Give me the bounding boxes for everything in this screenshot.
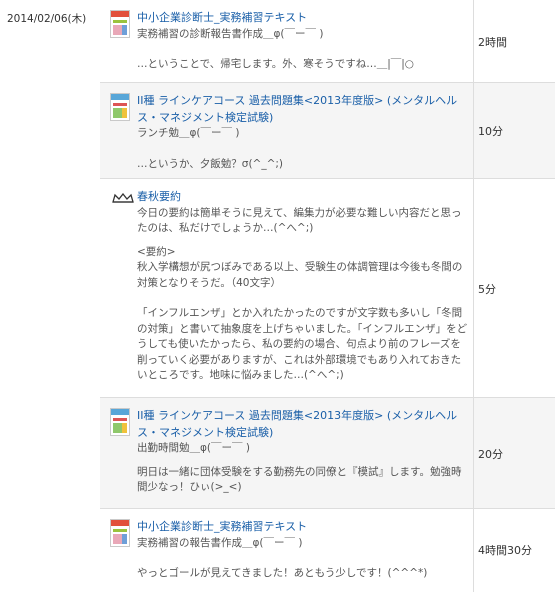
entry-content: II種 ラインケアコース 過去問題集<2013年度版> (メンタルヘルス・マネジ… [137, 408, 470, 496]
book-cover-icon[interactable] [110, 93, 130, 121]
entry-note: 「インフルエンザ」とか入れたかったのですが文字数も多いし「冬間の対策」と書いて抽… [137, 307, 468, 381]
book-title-link[interactable]: II種 ラインケアコース 過去問題集<2013年度版> (メンタルヘルス・マネジ… [137, 94, 457, 124]
study-time: 2時間 [478, 36, 507, 49]
summary-text: 秋入学構想が尻つぼみである以上、受験生の体調管理は今後も冬間の対策となりそうだ。… [137, 261, 463, 289]
entry-note: …というか、夕飯勉？σ(^_^;) [137, 157, 284, 170]
time-cell: 5分 [473, 179, 555, 397]
entry-content: 中小企業診断士_実務補習テキスト 実務補習の診断報告書作成＿φ(￣ー￣ ) …と… [137, 10, 470, 73]
time-cell: 20分 [473, 398, 555, 508]
study-time: 20分 [478, 448, 503, 461]
entry-cell: 春秋要約 今日の要約は簡単そうに見えて、編集力が必要な難しい内容だと思ったのは、… [100, 179, 474, 397]
entry-subtitle: ランチ勉＿φ(￣ー￣ ) [137, 127, 240, 139]
book-cover-icon[interactable] [110, 519, 130, 547]
entry-cell: II種 ラインケアコース 過去問題集<2013年度版> (メンタルヘルス・マネジ… [100, 83, 474, 178]
log-row: II種 ラインケアコース 過去問題集<2013年度版> (メンタルヘルス・マネジ… [100, 398, 555, 509]
entry-note: 明日は一緒に団体受験をする勤務先の同僚と『模試』します。勉強時間少なっ！ひぃ(>… [137, 465, 462, 494]
time-cell: 10分 [473, 83, 555, 178]
entry-subtitle: 実務補習の報告書作成＿φ(￣ー￣ ) [137, 536, 303, 549]
summary-label: <要約> [137, 245, 176, 258]
book-title-link[interactable]: 中小企業診断士_実務補習テキスト [137, 520, 307, 533]
entry-note: やっとゴールが見えてきました！あともう少しです！(^^^*) [137, 567, 428, 579]
book-cover-icon[interactable] [110, 408, 130, 436]
entry-content: 中小企業診断士_実務補習テキスト 実務補習の報告書作成＿φ(￣ー￣ ) やっとゴ… [137, 519, 470, 582]
time-cell: 2時間 [473, 0, 555, 82]
entry-cell: 中小企業診断士_実務補習テキスト 実務補習の診断報告書作成＿φ(￣ー￣ ) …と… [100, 0, 474, 82]
study-time: 4時間30分 [478, 544, 532, 557]
entry-cell: 中小企業診断士_実務補習テキスト 実務補習の報告書作成＿φ(￣ー￣ ) やっとゴ… [100, 509, 474, 592]
log-row: 春秋要約 今日の要約は簡単そうに見えて、編集力が必要な難しい内容だと思ったのは、… [100, 179, 555, 398]
log-row: 中小企業診断士_実務補習テキスト 実務補習の診断報告書作成＿φ(￣ー￣ ) …と… [100, 0, 555, 83]
entry-cell: II種 ラインケアコース 過去問題集<2013年度版> (メンタルヘルス・マネジ… [100, 398, 474, 508]
entry-subtitle: 実務補習の診断報告書作成＿φ(￣ー￣ ) [137, 27, 324, 40]
log-row: 中小企業診断士_実務補習テキスト 実務補習の報告書作成＿φ(￣ー￣ ) やっとゴ… [100, 509, 555, 592]
study-time: 5分 [478, 283, 496, 296]
log-row: II種 ラインケアコース 過去問題集<2013年度版> (メンタルヘルス・マネジ… [100, 83, 555, 179]
entry-subtitle: 出勤時間勉＿φ(￣ー￣ ) [137, 442, 250, 454]
date-label: 2014/02/06(木) [7, 13, 87, 25]
entry-subtitle: 今日の要約は簡単そうに見えて、編集力が必要な難しい内容だと思ったのは、私だけでし… [137, 206, 462, 235]
study-time: 10分 [478, 125, 503, 138]
date-cell: 2014/02/06(木) [0, 0, 101, 592]
book-cover-icon[interactable] [110, 10, 130, 38]
book-title-link[interactable]: II種 ラインケアコース 過去問題集<2013年度版> (メンタルヘルス・マネジ… [137, 409, 457, 439]
entry-content: II種 ラインケアコース 過去問題集<2013年度版> (メンタルヘルス・マネジ… [137, 93, 470, 172]
entry-content: 春秋要約 今日の要約は簡単そうに見えて、編集力が必要な難しい内容だと思ったのは、… [137, 189, 470, 384]
book-title-link[interactable]: 春秋要約 [137, 190, 181, 203]
crown-icon[interactable] [112, 193, 134, 203]
book-title-link[interactable]: 中小企業診断士_実務補習テキスト [137, 11, 307, 24]
time-cell: 4時間30分 [473, 509, 555, 592]
entry-note: …ということで、帰宅します。外、寒そうですね…＿|￣|○ [137, 58, 414, 70]
study-log-table: 2014/02/06(木) 中小企業診断士_実務補習テキスト 実務補習の診断報告… [0, 0, 555, 592]
